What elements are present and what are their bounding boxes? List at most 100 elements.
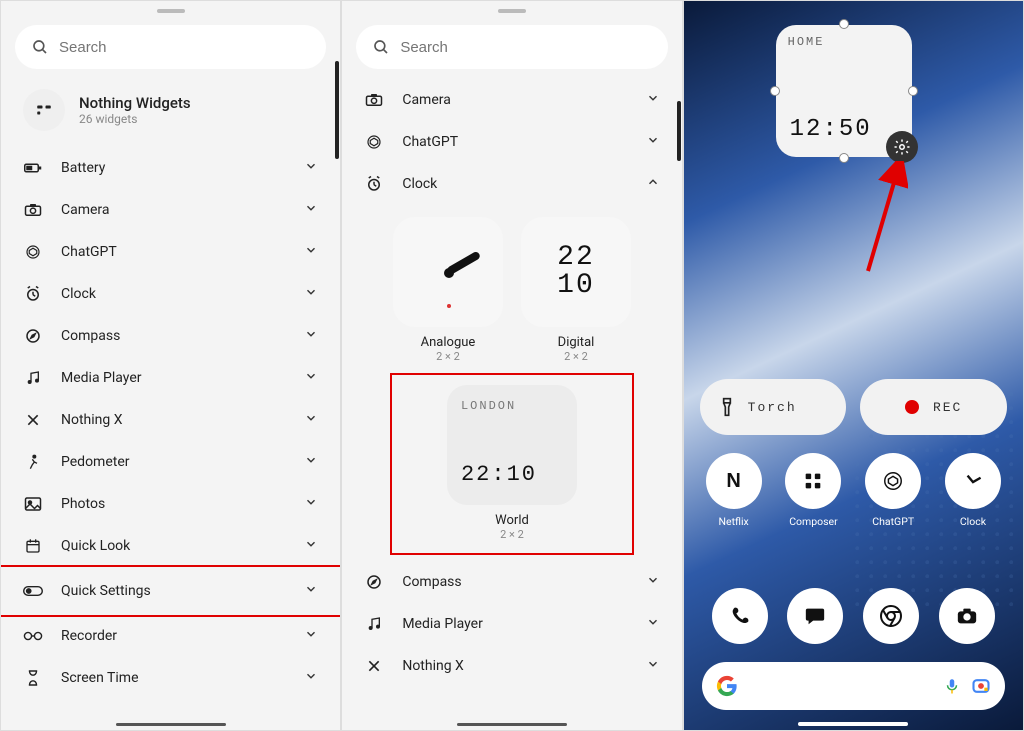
battery-icon bbox=[23, 162, 43, 174]
widget-size: 2 × 2 bbox=[393, 350, 503, 363]
app-netflix[interactable]: N Netflix bbox=[702, 453, 766, 528]
mic-icon[interactable] bbox=[943, 677, 961, 695]
row-chatgpt[interactable]: ChatGPT bbox=[1, 231, 340, 273]
app-chatgpt[interactable]: ChatGPT bbox=[861, 453, 925, 528]
chrome-app[interactable] bbox=[863, 588, 919, 644]
row-label: Quick Look bbox=[61, 538, 286, 554]
lens-icon[interactable] bbox=[971, 676, 991, 696]
widget-label: World bbox=[410, 513, 614, 528]
chevron-down-icon bbox=[304, 369, 318, 387]
home-screen[interactable]: HOME 12:50 Torch REC N Netflix Composer bbox=[683, 0, 1024, 731]
messages-app[interactable] bbox=[787, 588, 843, 644]
row-clock-expanded[interactable]: Clock bbox=[342, 163, 681, 205]
row-compass[interactable]: Compass bbox=[1, 315, 340, 357]
row-recorder[interactable]: Recorder bbox=[1, 615, 340, 657]
row-photos[interactable]: Photos bbox=[1, 483, 340, 525]
nav-bar[interactable] bbox=[798, 722, 908, 726]
chevron-down-icon bbox=[646, 133, 660, 151]
record-icon bbox=[905, 400, 919, 414]
alarm-icon bbox=[23, 285, 43, 303]
drag-handle[interactable] bbox=[498, 9, 526, 13]
home-clock-widget[interactable]: HOME 12:50 bbox=[776, 25, 912, 157]
drag-handle[interactable] bbox=[157, 9, 185, 13]
camera-app[interactable] bbox=[939, 588, 995, 644]
search-icon bbox=[372, 38, 390, 56]
row-nothing-x[interactable]: Nothing X bbox=[1, 399, 340, 441]
chevron-down-icon bbox=[646, 91, 660, 109]
world-time: 22:10 bbox=[461, 462, 563, 487]
clock-widgets-grid: Analogue 2 × 2 22 10 Digital 2 × 2 bbox=[342, 205, 681, 367]
search-bar[interactable] bbox=[15, 25, 326, 69]
app-label: Clock bbox=[941, 515, 1005, 528]
row-label: Camera bbox=[402, 92, 627, 108]
phone-app[interactable] bbox=[712, 588, 768, 644]
app-row: N Netflix Composer ChatGPT Clock bbox=[702, 453, 1005, 528]
row-nothing-x[interactable]: Nothing X bbox=[342, 645, 681, 687]
chevron-down-icon bbox=[304, 495, 318, 513]
photos-icon bbox=[23, 496, 43, 512]
chevron-down-icon bbox=[304, 327, 318, 345]
search-input[interactable] bbox=[400, 39, 651, 56]
widgets-header-subtitle: 26 widgets bbox=[79, 112, 191, 126]
category-list[interactable]: Battery Camera ChatGPT Clock Compass Med… bbox=[1, 147, 340, 730]
row-media-player[interactable]: Media Player bbox=[1, 357, 340, 399]
rec-pill[interactable]: REC bbox=[860, 379, 1007, 435]
search-bar[interactable] bbox=[356, 25, 667, 69]
row-label: Media Player bbox=[402, 616, 627, 632]
chevron-down-icon bbox=[646, 573, 660, 591]
annotation-arrow bbox=[858, 161, 908, 281]
widgets-header-title: Nothing Widgets bbox=[79, 94, 191, 112]
row-compass[interactable]: Compass bbox=[342, 561, 681, 603]
hourglass-icon bbox=[23, 669, 43, 687]
row-battery[interactable]: Battery bbox=[1, 147, 340, 189]
widgets-header[interactable]: Nothing Widgets 26 widgets bbox=[1, 79, 340, 147]
digital-widget[interactable]: 22 10 Digital 2 × 2 bbox=[521, 217, 631, 363]
app-composer[interactable]: Composer bbox=[781, 453, 845, 528]
world-widget-highlighted[interactable]: LONDON 22:10 World 2 × 2 bbox=[392, 375, 632, 553]
chevron-down-icon bbox=[304, 285, 318, 303]
row-chatgpt[interactable]: ChatGPT bbox=[342, 121, 681, 163]
chevron-down-icon bbox=[304, 627, 318, 645]
google-logo-icon bbox=[716, 675, 738, 697]
app-clock[interactable]: Clock bbox=[941, 453, 1005, 528]
x-icon bbox=[23, 412, 43, 428]
dock bbox=[702, 588, 1005, 650]
row-label: Screen Time bbox=[61, 670, 286, 686]
scrollbar[interactable] bbox=[335, 61, 339, 159]
row-clock[interactable]: Clock bbox=[1, 273, 340, 315]
row-screen-time[interactable]: Screen Time bbox=[1, 657, 340, 699]
resize-handle-top[interactable] bbox=[839, 19, 849, 29]
torch-pill[interactable]: Torch bbox=[700, 379, 847, 435]
calendar-icon bbox=[23, 537, 43, 555]
x-icon bbox=[364, 658, 384, 674]
row-quick-look[interactable]: Quick Look bbox=[1, 525, 340, 567]
row-camera[interactable]: Camera bbox=[342, 79, 681, 121]
resize-handle-right[interactable] bbox=[908, 86, 918, 96]
widget-settings-button[interactable] bbox=[886, 131, 918, 163]
netflix-icon: N bbox=[706, 453, 762, 509]
google-search-bar[interactable] bbox=[702, 662, 1005, 710]
nav-bar[interactable] bbox=[116, 723, 226, 726]
digital-line2: 10 bbox=[557, 272, 595, 300]
row-label: Clock bbox=[61, 286, 286, 302]
chevron-down-icon bbox=[304, 537, 318, 555]
row-media-player[interactable]: Media Player bbox=[342, 603, 681, 645]
widget-size: 2 × 2 bbox=[521, 350, 631, 363]
analogue-widget[interactable]: Analogue 2 × 2 bbox=[393, 217, 503, 363]
resize-handle-bottom[interactable] bbox=[839, 153, 849, 163]
composer-icon bbox=[785, 453, 841, 509]
torch-label: Torch bbox=[748, 400, 797, 415]
scrollbar[interactable] bbox=[677, 101, 681, 161]
compass-icon bbox=[364, 573, 384, 591]
row-label: Nothing X bbox=[61, 412, 286, 428]
row-quick-settings[interactable]: Quick Settings bbox=[1, 567, 340, 615]
row-label: ChatGPT bbox=[402, 134, 627, 150]
row-camera[interactable]: Camera bbox=[1, 189, 340, 231]
resize-handle-left[interactable] bbox=[770, 86, 780, 96]
row-label: Clock bbox=[402, 176, 627, 192]
row-label: Photos bbox=[61, 496, 286, 512]
chevron-down-icon bbox=[304, 243, 318, 261]
row-pedometer[interactable]: Pedometer bbox=[1, 441, 340, 483]
nav-bar[interactable] bbox=[457, 723, 567, 726]
search-input[interactable] bbox=[59, 39, 310, 56]
